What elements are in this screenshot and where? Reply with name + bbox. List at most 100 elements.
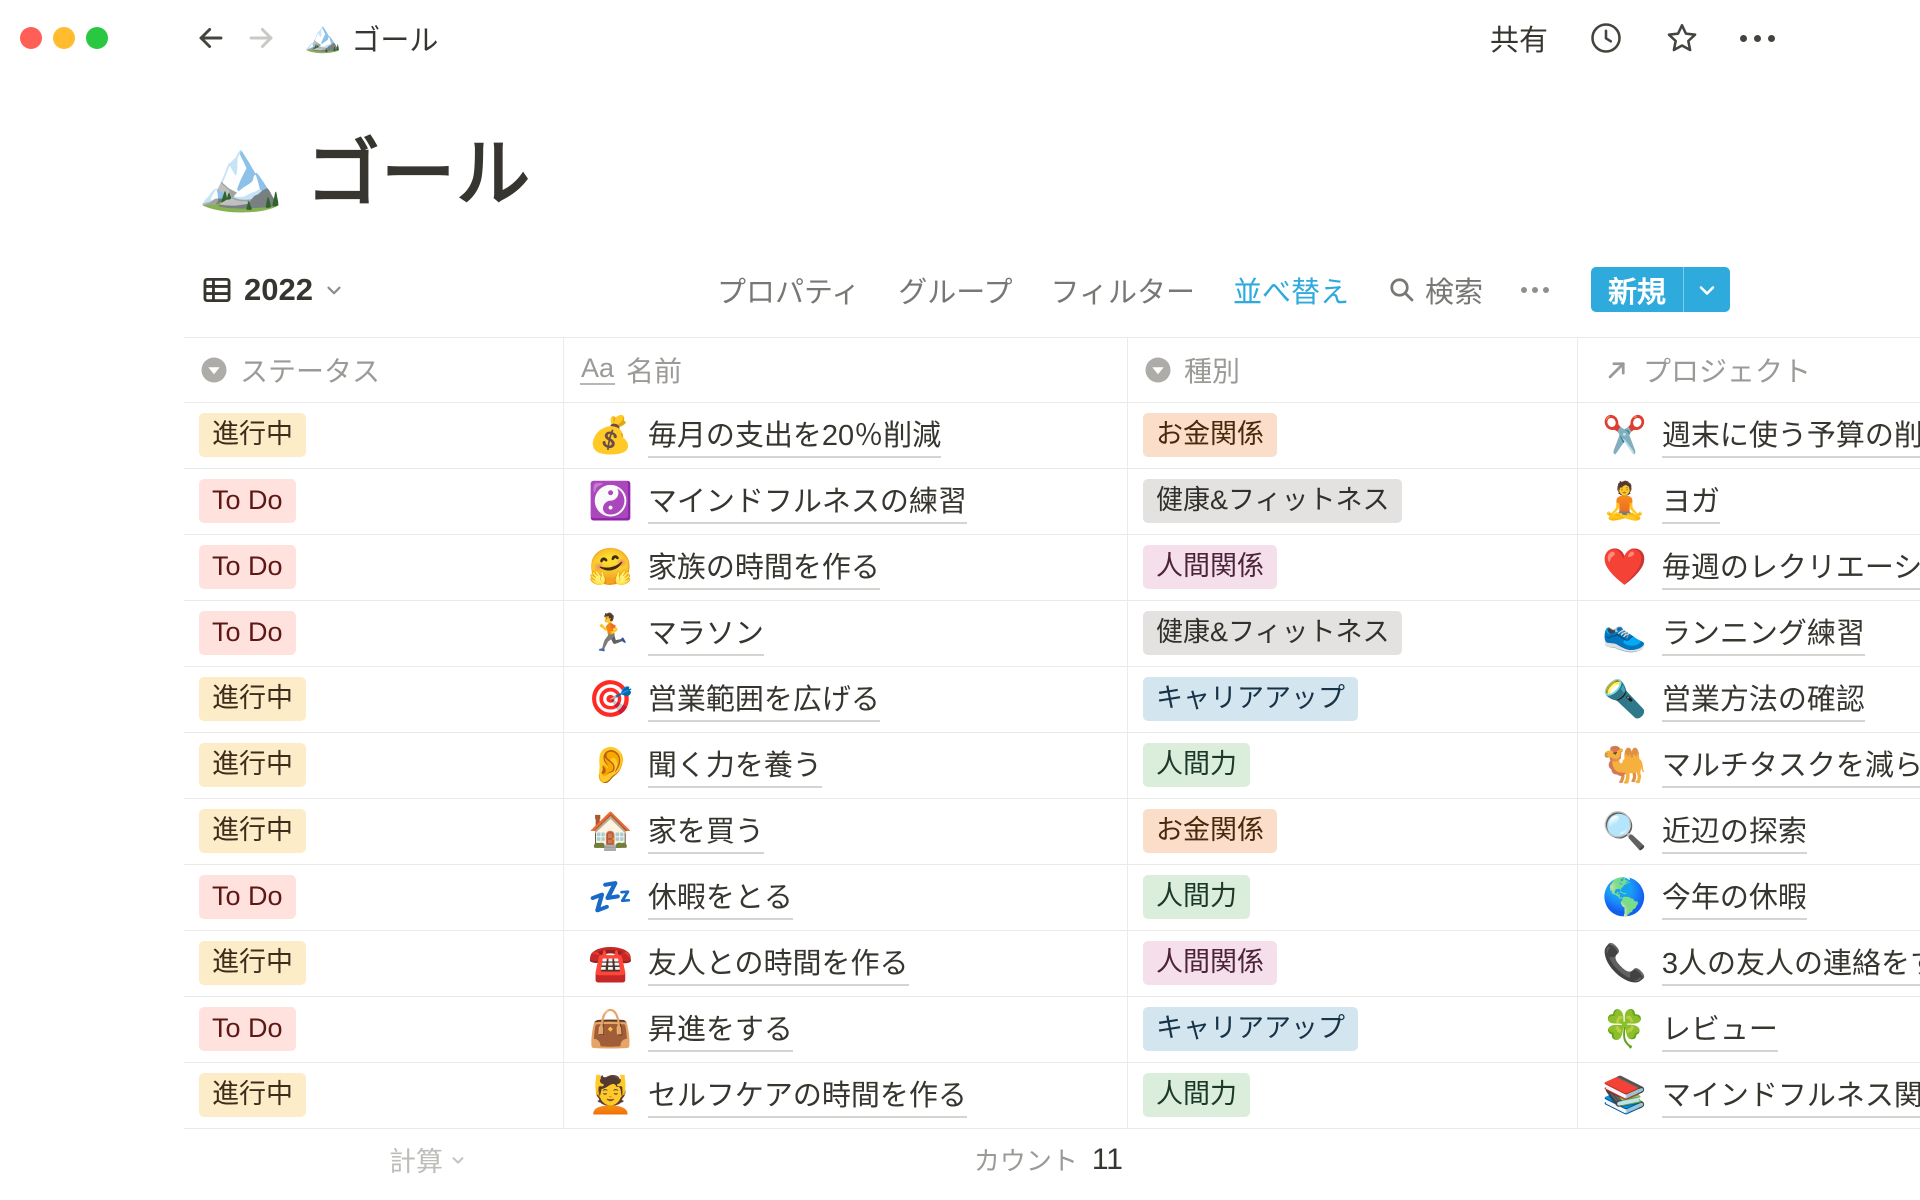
zoom-window-button[interactable] <box>86 27 108 49</box>
name-page-link[interactable]: マインドフルネスの練習 <box>648 478 967 524</box>
status-badge[interactable]: To Do <box>199 1007 296 1051</box>
project-page-link[interactable]: マルチタスクを減らす <box>1662 742 1920 788</box>
calculate-button[interactable]: 計算 <box>184 1129 563 1191</box>
search-button[interactable]: 検索 <box>1387 269 1483 311</box>
status-badge[interactable]: 進行中 <box>199 1073 306 1117</box>
table-row[interactable]: To Do ☯️ マインドフルネスの練習 健康&フィットネス 🧘 ヨガ <box>184 469 1920 535</box>
name-page-link[interactable]: マラソン <box>648 610 764 656</box>
project-page-link[interactable]: 毎週のレクリエーション <box>1662 544 1920 590</box>
share-button[interactable]: 共有 <box>1490 17 1548 59</box>
status-badge[interactable]: 進行中 <box>199 413 306 457</box>
name-page-link[interactable]: 昇進をする <box>648 1006 793 1052</box>
project-cell[interactable]: 🐫 マルチタスクを減らす <box>1577 733 1920 798</box>
project-cell[interactable]: 📞 3人の友人の連絡をする <box>1577 931 1920 996</box>
project-page-link[interactable]: 今年の休暇 <box>1662 874 1807 920</box>
table-row[interactable]: To Do 🏃 マラソン 健康&フィットネス 👟 ランニング練習 <box>184 601 1920 667</box>
status-cell[interactable]: To Do <box>184 469 563 534</box>
status-cell[interactable]: To Do <box>184 997 563 1062</box>
name-page-link[interactable]: 営業範囲を広げる <box>648 676 880 722</box>
name-cell[interactable]: 💤 休暇をとる <box>563 865 1127 930</box>
back-arrow-icon[interactable] <box>194 21 228 55</box>
type-cell[interactable]: 人間力 <box>1127 865 1577 930</box>
page-title[interactable]: ゴール <box>306 128 531 221</box>
project-cell[interactable]: ✂️ 週末に使う予算の削減 <box>1577 403 1920 468</box>
status-cell[interactable]: To Do <box>184 865 563 930</box>
type-cell[interactable]: 人間力 <box>1127 733 1577 798</box>
project-page-link[interactable]: 週末に使う予算の削減 <box>1662 412 1920 458</box>
project-page-link[interactable]: 近辺の探索 <box>1662 808 1807 854</box>
name-cell[interactable]: 💰 毎月の支出を20％削減 <box>563 403 1127 468</box>
column-header-project[interactable]: プロジェクト <box>1577 338 1920 402</box>
table-row[interactable]: 進行中 💆 セルフケアの時間を作る 人間力 📚 マインドフルネス関連 <box>184 1063 1920 1129</box>
column-header-type[interactable]: 種別 <box>1127 338 1577 402</box>
status-badge[interactable]: To Do <box>199 611 296 655</box>
type-badge[interactable]: 人間力 <box>1143 743 1250 787</box>
filter-menu-item[interactable]: フィルター <box>1051 269 1195 311</box>
type-cell[interactable]: 健康&フィットネス <box>1127 469 1577 534</box>
name-cell[interactable]: 🏠 家を買う <box>563 799 1127 864</box>
type-cell[interactable]: お金関係 <box>1127 799 1577 864</box>
status-badge[interactable]: To Do <box>199 545 296 589</box>
name-cell[interactable]: ☯️ マインドフルネスの練習 <box>563 469 1127 534</box>
name-cell[interactable]: 🎯 営業範囲を広げる <box>563 667 1127 732</box>
project-cell[interactable]: 👟 ランニング練習 <box>1577 601 1920 666</box>
status-badge[interactable]: To Do <box>199 875 296 919</box>
type-badge[interactable]: 人間力 <box>1143 1073 1250 1117</box>
table-row[interactable]: 進行中 👂 聞く力を養う 人間力 🐫 マルチタスクを減らす <box>184 733 1920 799</box>
type-badge[interactable]: キャリアアップ <box>1143 1007 1358 1051</box>
column-header-name[interactable]: Aa 名前 <box>563 338 1127 402</box>
project-page-link[interactable]: 3人の友人の連絡をする <box>1662 940 1920 986</box>
type-badge[interactable]: 人間関係 <box>1143 941 1277 985</box>
table-row[interactable]: 進行中 💰 毎月の支出を20％削減 お金関係 ✂️ 週末に使う予算の削減 <box>184 403 1920 469</box>
type-badge[interactable]: 人間関係 <box>1143 545 1277 589</box>
type-badge[interactable]: 人間力 <box>1143 875 1250 919</box>
name-cell[interactable]: ☎️ 友人との時間を作る <box>563 931 1127 996</box>
more-options-icon[interactable] <box>1740 35 1775 42</box>
group-menu-item[interactable]: グループ <box>898 269 1012 311</box>
project-cell[interactable]: 🌎 今年の休暇 <box>1577 865 1920 930</box>
view-switcher[interactable]: 2022 <box>200 272 345 308</box>
name-cell[interactable]: 👜 昇進をする <box>563 997 1127 1062</box>
forward-arrow-icon[interactable] <box>244 21 278 55</box>
type-badge[interactable]: 健康&フィットネス <box>1143 611 1402 655</box>
count-aggregate[interactable]: カウント 11 <box>563 1129 1127 1191</box>
breadcrumb[interactable]: 🏔️ ゴール <box>304 17 438 59</box>
project-page-link[interactable]: ランニング練習 <box>1662 610 1865 656</box>
project-cell[interactable]: 📚 マインドフルネス関連 <box>1577 1063 1920 1128</box>
type-cell[interactable]: 人間関係 <box>1127 535 1577 600</box>
status-cell[interactable]: 進行中 <box>184 733 563 798</box>
close-window-button[interactable] <box>20 27 42 49</box>
name-page-link[interactable]: 家を買う <box>648 808 764 854</box>
project-cell[interactable]: 🔍 近辺の探索 <box>1577 799 1920 864</box>
name-cell[interactable]: 🏃 マラソン <box>563 601 1127 666</box>
name-cell[interactable]: 🤗 家族の時間を作る <box>563 535 1127 600</box>
name-page-link[interactable]: 聞く力を養う <box>648 742 822 788</box>
table-row[interactable]: To Do 💤 休暇をとる 人間力 🌎 今年の休暇 <box>184 865 1920 931</box>
name-page-link[interactable]: 家族の時間を作る <box>648 544 880 590</box>
name-page-link[interactable]: 毎月の支出を20％削減 <box>648 412 941 458</box>
status-cell[interactable]: To Do <box>184 535 563 600</box>
name-page-link[interactable]: 友人との時間を作る <box>648 940 909 986</box>
type-cell[interactable]: 人間関係 <box>1127 931 1577 996</box>
type-cell[interactable]: 人間力 <box>1127 1063 1577 1128</box>
table-row[interactable]: To Do 👜 昇進をする キャリアアップ 🍀 レビュー <box>184 997 1920 1063</box>
type-badge[interactable]: キャリアアップ <box>1143 677 1358 721</box>
new-entry-chevron-icon[interactable] <box>1684 267 1730 312</box>
table-row[interactable]: To Do 🤗 家族の時間を作る 人間関係 ❤️ 毎週のレクリエーション <box>184 535 1920 601</box>
sidebar-toggle-icon[interactable] <box>136 26 168 50</box>
status-cell[interactable]: 進行中 <box>184 931 563 996</box>
project-cell[interactable]: 🍀 レビュー <box>1577 997 1920 1062</box>
type-cell[interactable]: キャリアアップ <box>1127 997 1577 1062</box>
project-cell[interactable]: 🔦 営業方法の確認 <box>1577 667 1920 732</box>
project-page-link[interactable]: マインドフルネス関連 <box>1662 1072 1920 1118</box>
project-cell[interactable]: ❤️ 毎週のレクリエーション <box>1577 535 1920 600</box>
page-emoji-icon[interactable]: 🏔️ <box>197 139 284 209</box>
status-cell[interactable]: 進行中 <box>184 667 563 732</box>
status-cell[interactable]: 進行中 <box>184 403 563 468</box>
name-page-link[interactable]: 休暇をとる <box>648 874 793 920</box>
view-more-icon[interactable] <box>1521 287 1549 293</box>
updates-clock-icon[interactable] <box>1588 20 1624 56</box>
status-cell[interactable]: To Do <box>184 601 563 666</box>
column-header-status[interactable]: ステータス <box>184 338 563 402</box>
new-entry-button[interactable]: 新規 <box>1591 267 1730 312</box>
